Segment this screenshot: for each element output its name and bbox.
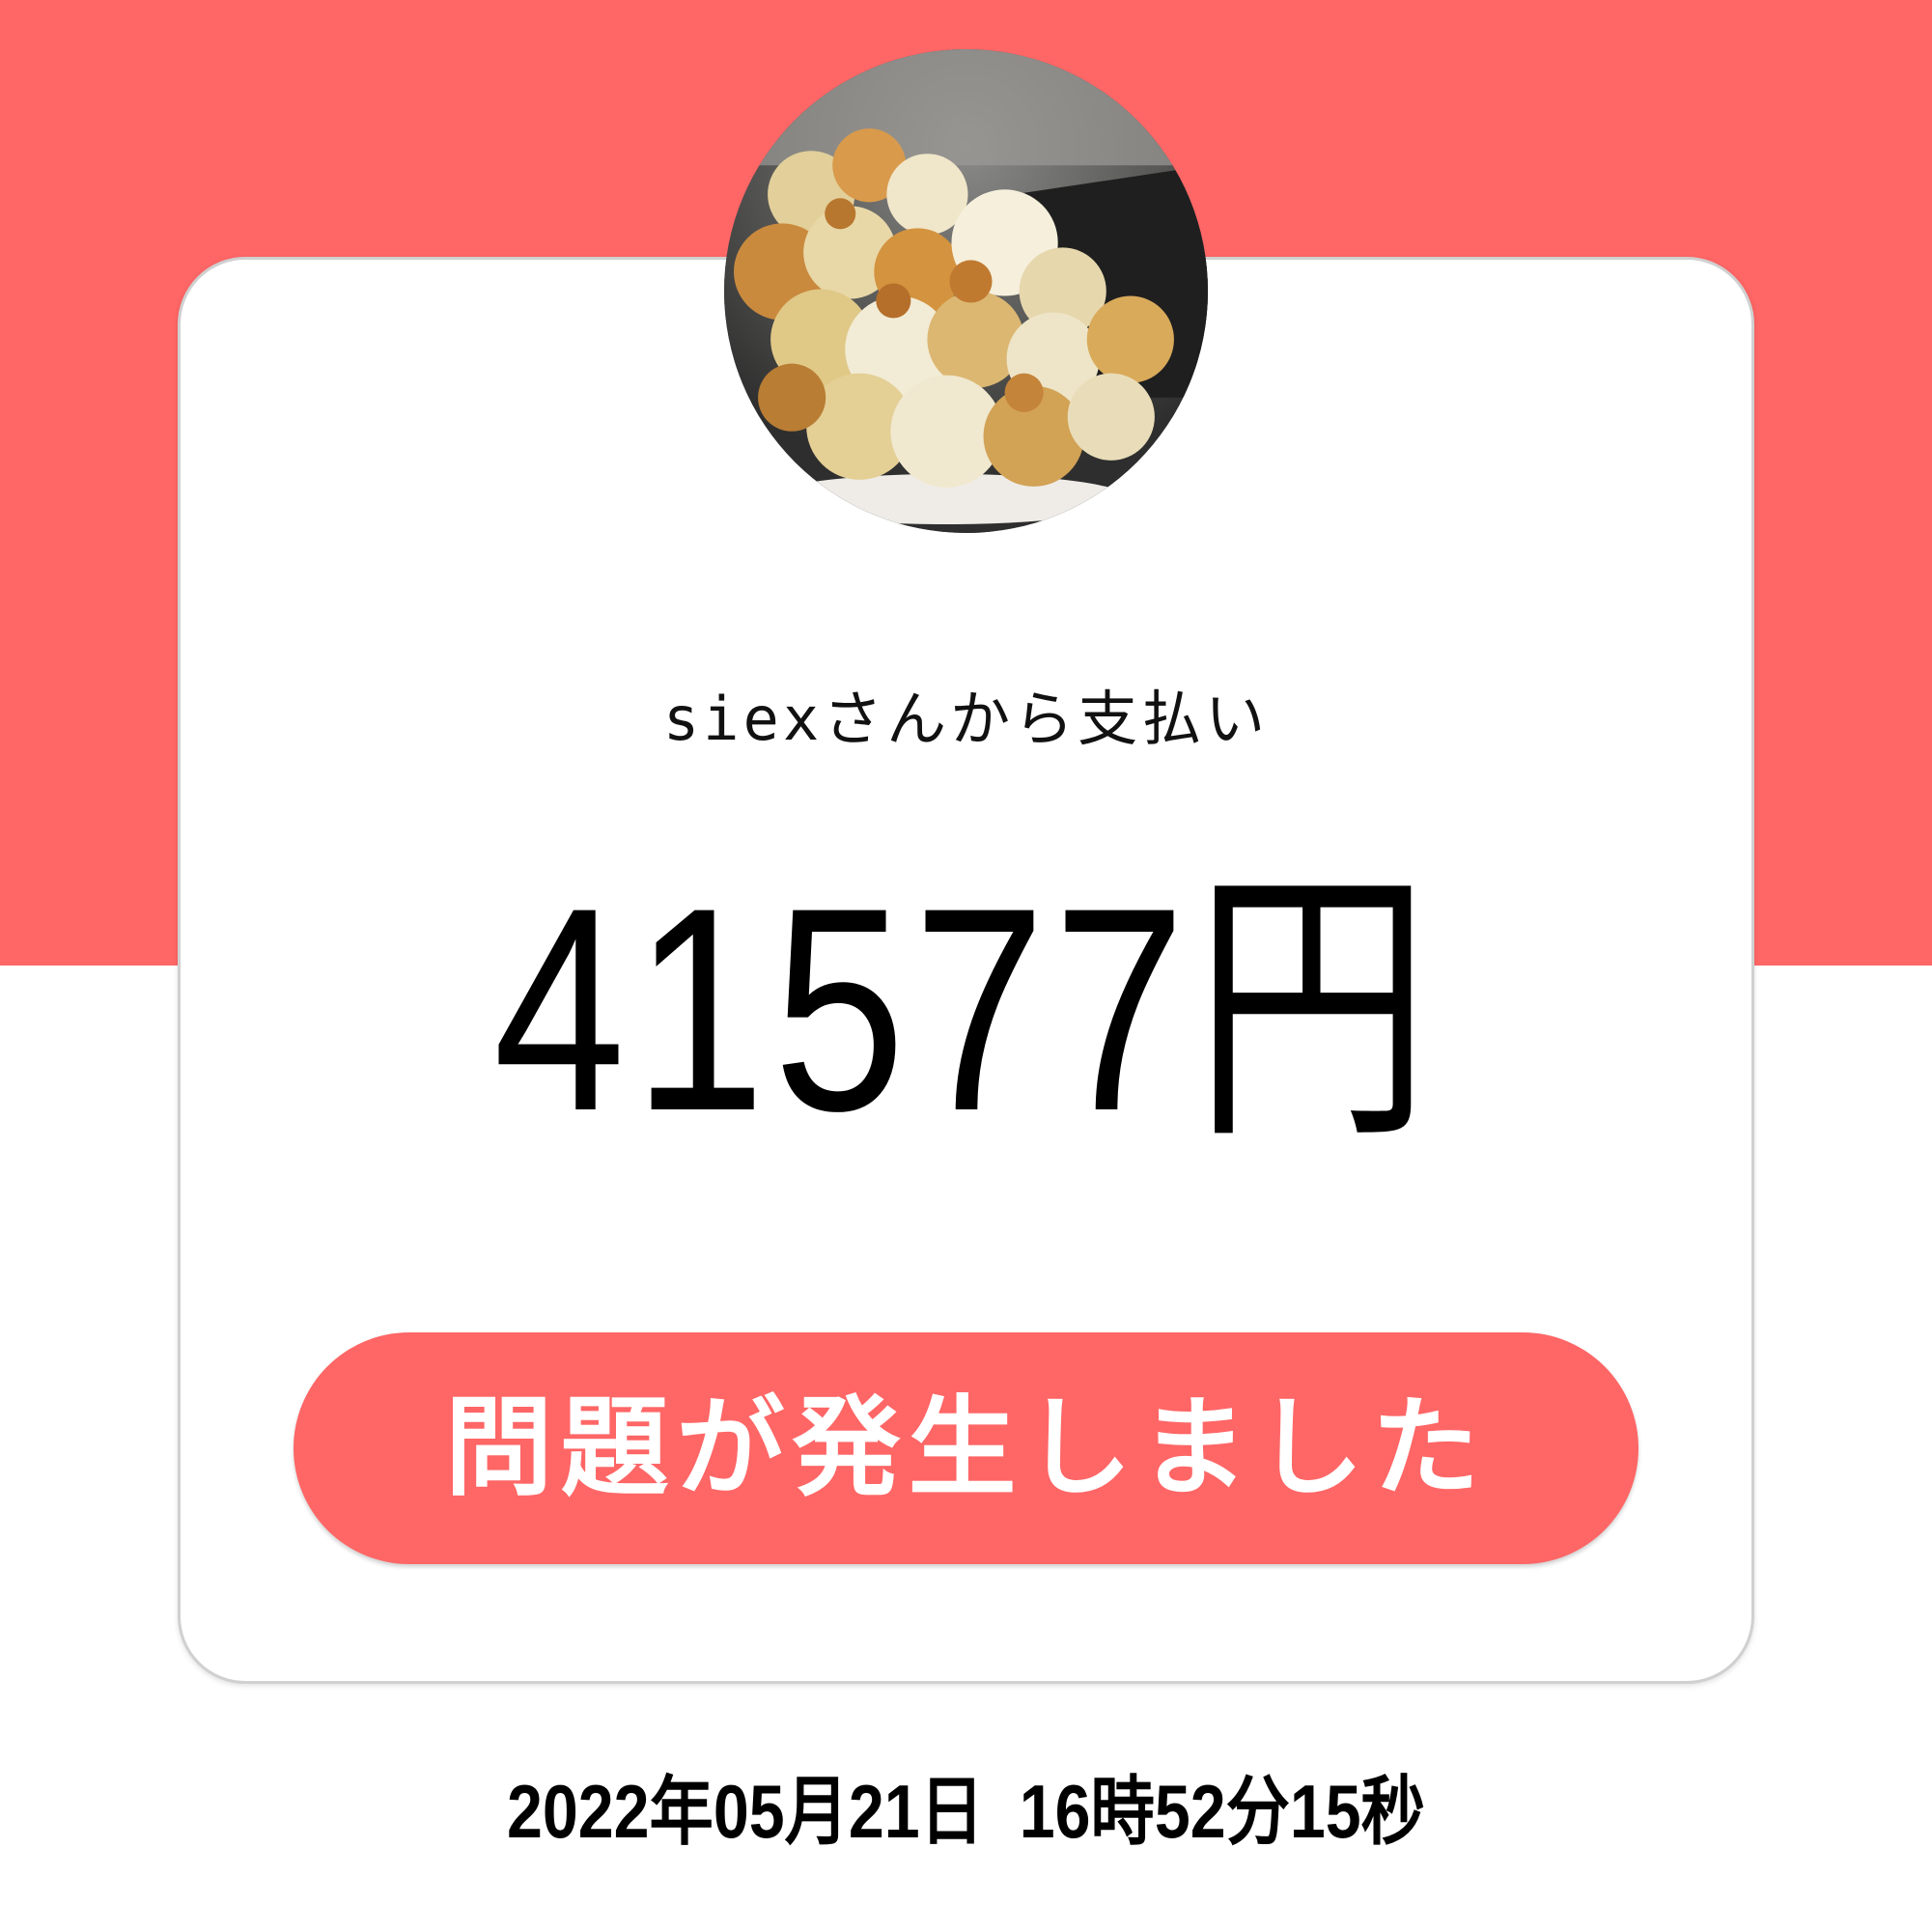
error-status-label: 問題が発生しました xyxy=(444,1386,1488,1511)
popcorn-photo-icon xyxy=(724,49,1208,533)
payment-timestamp: 2022年05月21日 16時52分15秒 xyxy=(507,1769,1425,1854)
avatar xyxy=(724,49,1208,533)
payer-line: siexさんから支払い xyxy=(662,684,1270,754)
payment-amount: 41577円 xyxy=(492,847,1440,1171)
error-status-button[interactable]: 問題が発生しました xyxy=(294,1332,1638,1564)
